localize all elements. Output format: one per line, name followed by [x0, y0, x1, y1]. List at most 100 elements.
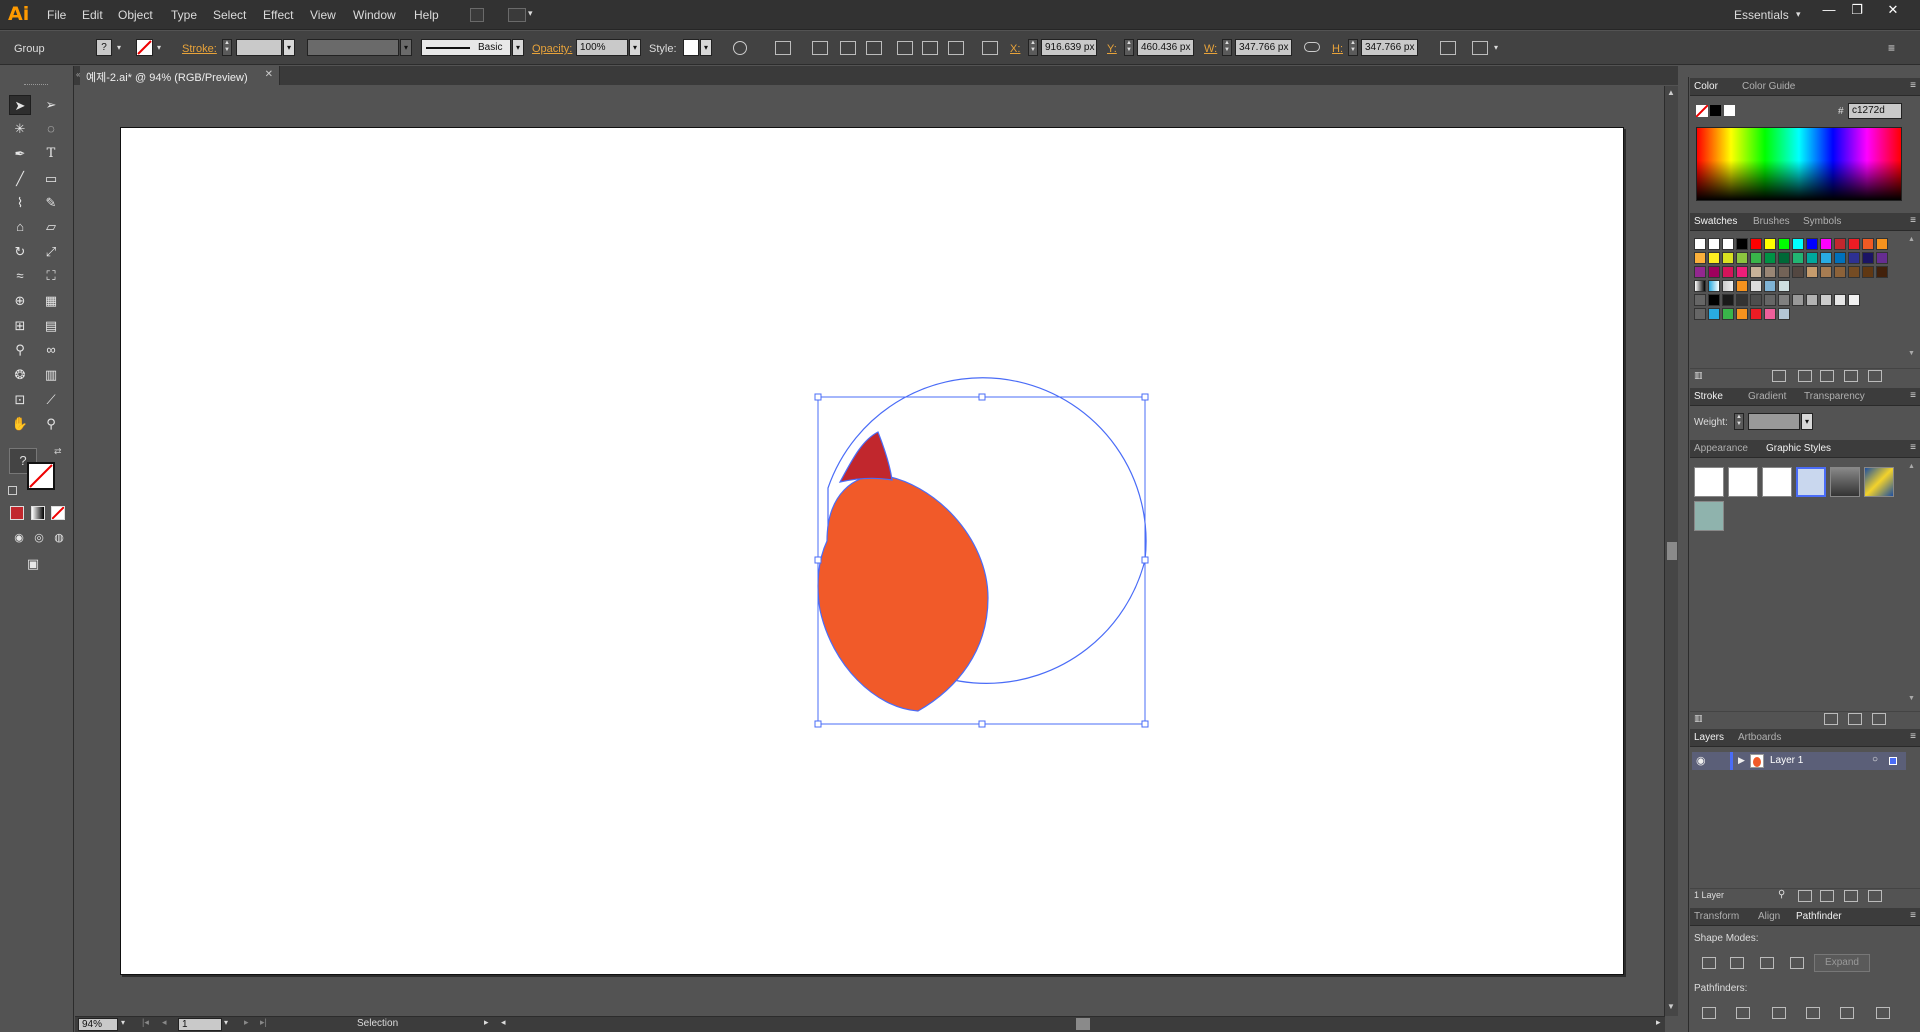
artboard-number-field[interactable]: 1 — [178, 1018, 222, 1031]
layers-panel-menu-icon[interactable]: ≡ — [1910, 731, 1916, 742]
swatch[interactable] — [1792, 294, 1804, 306]
swatch[interactable] — [1764, 252, 1776, 264]
swatch[interactable] — [1764, 294, 1776, 306]
swatch[interactable] — [1778, 238, 1790, 250]
pattern-swatch[interactable] — [1750, 280, 1762, 292]
scroll-left-icon[interactable]: ◂ — [501, 1017, 506, 1028]
swatch[interactable] — [1708, 294, 1720, 306]
layer-name[interactable]: Layer 1 — [1770, 755, 1803, 766]
scroll-right-icon[interactable]: ▸ — [1656, 1017, 1661, 1028]
eye-icon[interactable]: ◉ — [1696, 754, 1706, 767]
selected-group[interactable] — [814, 377, 1149, 728]
graphic-styles-menu-icon[interactable]: ≡ — [1910, 442, 1916, 453]
tab-align[interactable]: Align — [1758, 911, 1780, 922]
swatch[interactable] — [1806, 252, 1818, 264]
delete-graphic-style-icon[interactable] — [1872, 713, 1886, 725]
swatch[interactable] — [1848, 294, 1860, 306]
vertical-scroll-thumb[interactable] — [1667, 542, 1677, 560]
swatch[interactable] — [1834, 294, 1846, 306]
pattern-swatch[interactable] — [1764, 280, 1776, 292]
swatches-panel-menu-icon[interactable]: ≡ — [1910, 215, 1916, 226]
swatch[interactable] — [1694, 266, 1706, 278]
style-libraries-icon[interactable]: ▥ — [1694, 713, 1703, 724]
color-spectrum[interactable] — [1696, 127, 1902, 201]
swatch[interactable] — [1750, 266, 1762, 278]
pattern-swatch[interactable] — [1722, 280, 1734, 292]
swatch[interactable] — [1806, 238, 1818, 250]
swatch[interactable] — [1750, 308, 1762, 320]
swatch[interactable] — [1722, 294, 1734, 306]
swatch[interactable] — [1736, 266, 1748, 278]
tab-symbols[interactable]: Symbols — [1803, 216, 1841, 227]
swatch[interactable] — [1722, 308, 1734, 320]
swatch-group-folder[interactable] — [1694, 294, 1706, 306]
swatch[interactable] — [1792, 238, 1804, 250]
previous-artboard-icon[interactable]: ◂ — [162, 1017, 167, 1028]
tab-stroke[interactable]: Stroke — [1694, 391, 1723, 402]
pathfinder-panel-menu-icon[interactable]: ≡ — [1910, 910, 1916, 921]
swatch[interactable] — [1792, 252, 1804, 264]
target-icon[interactable]: ○ — [1872, 754, 1878, 765]
swatch[interactable] — [1778, 266, 1790, 278]
swatch[interactable] — [1862, 238, 1874, 250]
next-artboard-icon[interactable]: ▸ — [244, 1017, 249, 1028]
white-swatch[interactable] — [1724, 105, 1735, 116]
swatch[interactable] — [1722, 266, 1734, 278]
tab-pathfinder[interactable]: Pathfinder — [1796, 911, 1842, 922]
outline-icon[interactable] — [1840, 1007, 1854, 1019]
zoom-dropdown-icon[interactable]: ▾ — [121, 1018, 125, 1027]
show-swatch-kinds-icon[interactable] — [1772, 370, 1786, 382]
swatches-scroll-up-icon[interactable]: ▲ — [1908, 236, 1915, 243]
intersect-icon[interactable] — [1760, 957, 1774, 969]
graphic-style[interactable] — [1762, 467, 1792, 497]
gradient-swatch[interactable] — [1708, 280, 1720, 292]
swatches-scroll-down-icon[interactable]: ▼ — [1908, 350, 1915, 357]
swatch[interactable] — [1694, 252, 1706, 264]
graphic-style[interactable] — [1728, 467, 1758, 497]
swatch[interactable] — [1834, 266, 1846, 278]
divide-icon[interactable] — [1702, 1007, 1716, 1019]
swatch[interactable] — [1848, 252, 1860, 264]
current-tool-status[interactable]: Selection — [357, 1018, 398, 1029]
selection-indicator[interactable] — [1889, 757, 1897, 765]
swatch[interactable] — [1820, 294, 1832, 306]
tab-gradient[interactable]: Gradient — [1748, 391, 1786, 402]
new-swatch-icon[interactable] — [1844, 370, 1858, 382]
styles-scroll-down-icon[interactable]: ▼ — [1908, 695, 1915, 702]
swatch[interactable] — [1876, 238, 1888, 250]
delete-swatch-icon[interactable] — [1868, 370, 1882, 382]
swatch[interactable] — [1736, 294, 1748, 306]
black-swatch[interactable] — [1710, 105, 1721, 116]
delete-layer-icon[interactable] — [1868, 890, 1882, 902]
red-tip-shape[interactable] — [838, 431, 893, 483]
swatch[interactable] — [1736, 238, 1748, 250]
swatch[interactable] — [1806, 266, 1818, 278]
swatch[interactable] — [1792, 266, 1804, 278]
swatch[interactable] — [1708, 308, 1720, 320]
swatch[interactable] — [1876, 266, 1888, 278]
unite-icon[interactable] — [1702, 957, 1716, 969]
graphic-style-default[interactable] — [1694, 467, 1724, 497]
expand-layer-icon[interactable]: ▶ — [1738, 755, 1745, 766]
swatch[interactable] — [1736, 308, 1748, 320]
new-graphic-style-icon[interactable] — [1848, 713, 1862, 725]
merge-icon[interactable] — [1772, 1007, 1786, 1019]
none-swatch-icon[interactable] — [1695, 104, 1709, 118]
pattern-swatch[interactable] — [1778, 280, 1790, 292]
swatch[interactable] — [1750, 252, 1762, 264]
swatch[interactable] — [1778, 252, 1790, 264]
swatch[interactable] — [1708, 266, 1720, 278]
tab-transparency[interactable]: Transparency — [1804, 391, 1865, 402]
swatch[interactable] — [1820, 238, 1832, 250]
break-link-icon[interactable] — [1824, 713, 1838, 725]
layer-row[interactable]: ◉ ▶ Layer 1 ○ — [1692, 752, 1906, 770]
swatch[interactable] — [1750, 238, 1762, 250]
tab-color-guide[interactable]: Color Guide — [1742, 81, 1795, 92]
scroll-up-icon[interactable]: ▲ — [1667, 88, 1675, 97]
swatch[interactable] — [1876, 252, 1888, 264]
make-clipping-mask-icon[interactable] — [1798, 890, 1812, 902]
last-artboard-icon[interactable]: ▸| — [260, 1017, 267, 1028]
stroke-panel-menu-icon[interactable]: ≡ — [1910, 390, 1916, 401]
tab-appearance[interactable]: Appearance — [1694, 443, 1748, 454]
swatch[interactable] — [1722, 238, 1734, 250]
